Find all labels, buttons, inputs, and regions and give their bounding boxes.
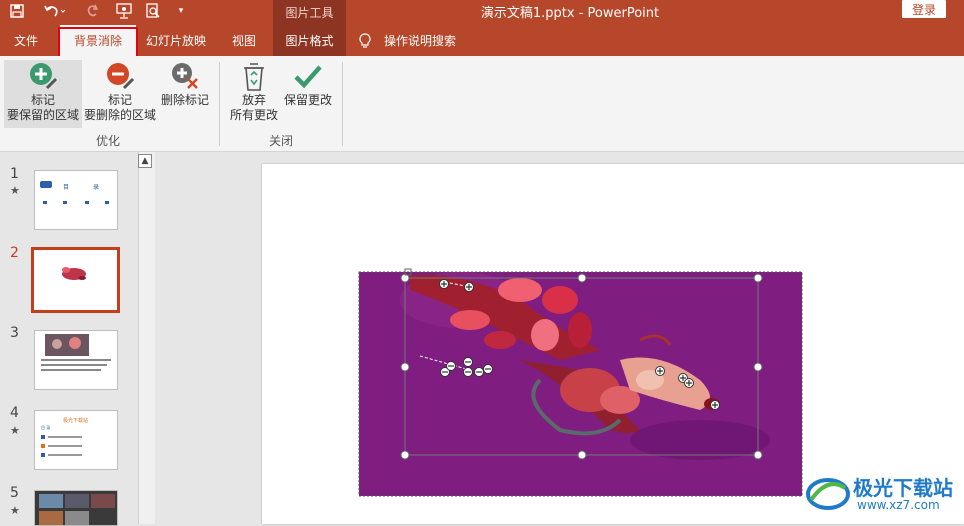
watermark-logo: 极光下载站 www.xz7.com <box>805 468 964 516</box>
aurora-logo-icon <box>806 478 850 510</box>
image-frame-handles[interactable] <box>0 0 964 524</box>
watermark-title: 极光下载站 <box>853 476 953 500</box>
remove-marker-icon[interactable] <box>446 361 456 371</box>
keep-marker-icon[interactable] <box>464 282 474 292</box>
remove-marker-icon[interactable] <box>463 357 473 367</box>
keep-marker-icon[interactable] <box>655 366 665 376</box>
remove-marker-icon[interactable] <box>463 367 473 377</box>
keep-marker-icon[interactable] <box>710 400 720 410</box>
keep-marker-icon[interactable] <box>439 279 449 289</box>
watermark-url: www.xz7.com <box>857 498 940 512</box>
keep-marker-icon[interactable] <box>684 378 694 388</box>
remove-marker-icon[interactable] <box>483 364 493 374</box>
